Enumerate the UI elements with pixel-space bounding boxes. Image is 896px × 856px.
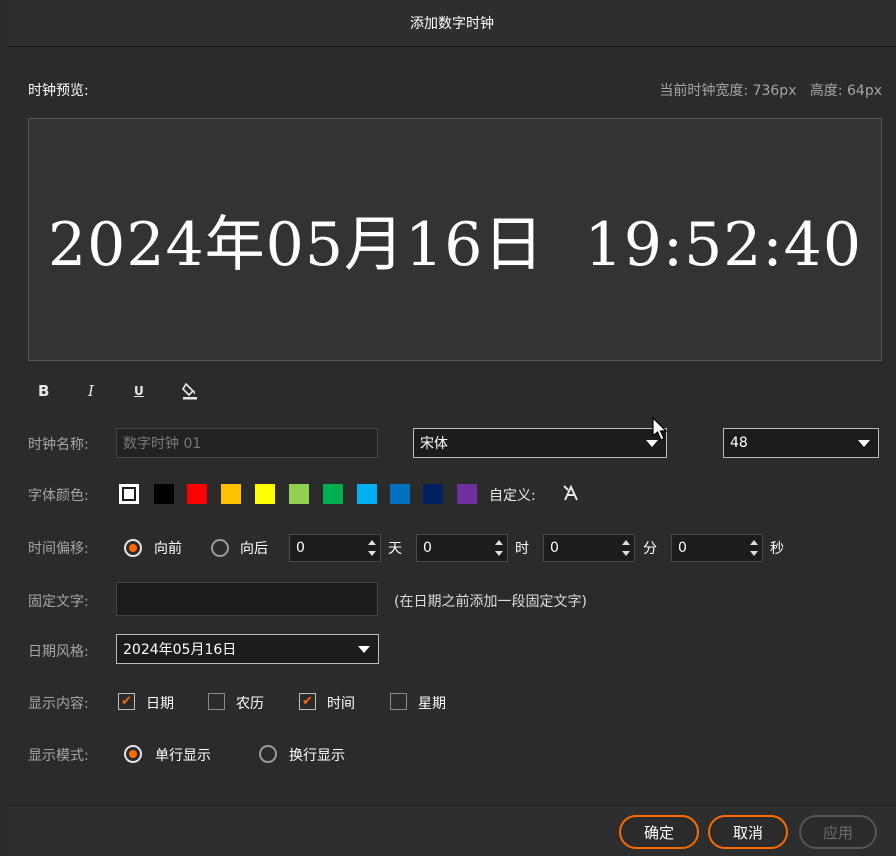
fixed-text-label: 固定文字: [28, 594, 89, 610]
weekday-checkbox-label: 星期 [418, 696, 446, 712]
fill-color-icon[interactable] [182, 378, 198, 404]
color-swatch-light-green[interactable] [289, 484, 309, 504]
font-family-value: 宋体 [420, 436, 448, 452]
minutes-unit: 分 [643, 541, 657, 557]
cancel-button[interactable]: 取消 [708, 815, 788, 849]
bold-button[interactable]: B [38, 378, 49, 404]
color-swatch-green[interactable] [323, 484, 343, 504]
date-checkbox[interactable]: ✔ [118, 693, 135, 710]
minutes-value: 0 [550, 540, 559, 556]
days-value: 0 [296, 540, 305, 556]
display-mode-label: 显示模式: [28, 748, 89, 764]
offset-backward-label: 向后 [240, 541, 268, 557]
single-line-radio[interactable] [124, 745, 142, 763]
color-swatch-black[interactable] [154, 484, 174, 504]
mouse-cursor-icon [652, 416, 670, 447]
underline-button[interactable]: U [134, 378, 144, 404]
seconds-spinbox[interactable]: 0 [671, 534, 763, 562]
preview-label: 时钟预览: [28, 83, 89, 99]
date-style-value: 2024年05月16日 [123, 642, 237, 658]
color-swatch-red[interactable] [187, 484, 207, 504]
display-content-label: 显示内容: [28, 696, 89, 712]
date-style-select[interactable]: 2024年05月16日 [116, 634, 379, 664]
seconds-value: 0 [678, 540, 687, 556]
fixed-text-hint: (在日期之前添加一段固定文字) [394, 594, 587, 610]
weekday-checkbox[interactable] [390, 693, 407, 710]
font-color-label: 字体颜色: [28, 488, 89, 504]
chevron-down-icon [858, 440, 870, 447]
minutes-spinbox[interactable]: 0 [543, 534, 635, 562]
font-family-select[interactable]: 宋体 [413, 428, 667, 458]
spinner-arrows-icon[interactable] [368, 538, 376, 558]
clock-preview-text: 2024年05月16日 19:52:40 [47, 210, 862, 280]
hours-value: 0 [423, 540, 432, 556]
apply-button[interactable]: 应用 [799, 815, 877, 849]
color-swatch-light-blue[interactable] [357, 484, 377, 504]
chevron-down-icon [358, 646, 370, 653]
time-checkbox-label: 时间 [327, 696, 355, 712]
custom-color-label: 自定义: [489, 488, 536, 504]
clock-name-label: 时钟名称: [28, 437, 89, 453]
font-size-value: 48 [730, 435, 748, 451]
spinner-arrows-icon[interactable] [750, 538, 758, 558]
offset-forward-radio[interactable] [124, 539, 142, 557]
date-checkbox-label: 日期 [146, 696, 174, 712]
color-swatch-dark-blue[interactable] [423, 484, 443, 504]
single-line-label: 单行显示 [155, 748, 211, 764]
hours-spinbox[interactable]: 0 [416, 534, 508, 562]
italic-button[interactable]: I [88, 378, 94, 404]
lunar-checkbox-label: 农历 [236, 696, 264, 712]
hours-unit: 时 [515, 541, 529, 557]
eyedropper-icon[interactable] [562, 484, 580, 506]
wrap-line-radio[interactable] [259, 745, 277, 763]
dialog-title: 添加数字时钟 [410, 16, 494, 32]
spinner-arrows-icon[interactable] [495, 538, 503, 558]
color-swatch-white[interactable] [119, 484, 139, 504]
dialog-title-bar: 添加数字时钟 [8, 0, 896, 47]
days-unit: 天 [388, 541, 402, 557]
time-checkbox[interactable]: ✔ [299, 693, 316, 710]
color-swatch-purple[interactable] [457, 484, 477, 504]
seconds-unit: 秒 [770, 541, 784, 557]
color-swatch-yellow[interactable] [255, 484, 275, 504]
spinner-arrows-icon[interactable] [622, 538, 630, 558]
wrap-line-label: 换行显示 [289, 748, 345, 764]
clock-size-info: 当前时钟宽度: 736px 高度: 64px [659, 83, 882, 99]
clock-name-input[interactable]: 数字时钟 01 [116, 428, 378, 458]
date-style-label: 日期风格: [28, 644, 89, 660]
color-swatch-orange[interactable] [221, 484, 241, 504]
offset-backward-radio[interactable] [211, 539, 229, 557]
clock-name-placeholder: 数字时钟 01 [123, 436, 202, 452]
days-spinbox[interactable]: 0 [289, 534, 381, 562]
lunar-checkbox[interactable] [208, 693, 225, 710]
clock-preview: 2024年05月16日 19:52:40 [28, 118, 882, 361]
color-swatch-blue[interactable] [390, 484, 410, 504]
offset-forward-label: 向前 [154, 541, 182, 557]
time-offset-label: 时间偏移: [28, 541, 89, 557]
fixed-text-input[interactable] [116, 582, 378, 616]
font-size-select[interactable]: 48 [723, 428, 879, 458]
ok-button[interactable]: 确定 [619, 815, 699, 849]
